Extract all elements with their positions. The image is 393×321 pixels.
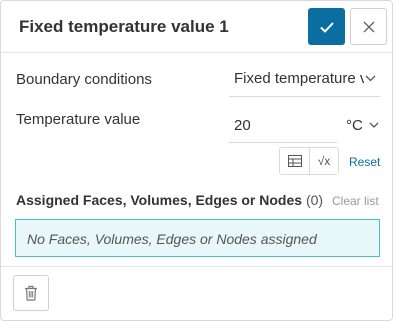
formula-input-button[interactable]: √x	[309, 148, 338, 174]
delete-button[interactable]	[13, 275, 49, 311]
panel-title: Fixed temperature value 1	[19, 17, 229, 36]
temperature-value-input[interactable]: 20	[229, 109, 337, 143]
footer-divider	[1, 266, 392, 267]
boundary-condition-panel: Fixed temperature value 1 Boundary condi…	[0, 0, 393, 321]
panel-header: Fixed temperature value 1	[1, 1, 392, 53]
square-root-icon: √x	[317, 154, 331, 168]
value-tools-group: √x	[279, 147, 339, 175]
table-input-button[interactable]	[280, 148, 309, 174]
confirm-button[interactable]	[308, 8, 345, 45]
trash-icon	[25, 285, 37, 301]
table-icon	[287, 155, 302, 167]
temperature-value-text: 20	[234, 117, 251, 134]
reset-link[interactable]: Reset	[349, 155, 380, 169]
assigned-entities-count: (0)	[305, 192, 324, 208]
temperature-value-label: Temperature value	[16, 111, 141, 128]
assigned-entities-heading: Assigned Faces, Volumes, Edges or Nodes …	[16, 192, 323, 208]
checkmark-icon	[319, 21, 334, 33]
boundary-conditions-value: Fixed temperature v	[234, 70, 364, 87]
assignment-empty-text: No Faces, Volumes, Edges or Nodes assign…	[27, 231, 317, 247]
clear-list-link[interactable]: Clear list	[332, 194, 379, 208]
close-button[interactable]	[350, 8, 387, 45]
assignment-selection-box[interactable]: No Faces, Volumes, Edges or Nodes assign…	[15, 219, 380, 257]
temperature-unit-select[interactable]: °C	[343, 109, 380, 143]
temperature-unit-value: °C	[346, 117, 363, 134]
boundary-conditions-label: Boundary conditions	[16, 71, 152, 88]
boundary-conditions-select[interactable]: Fixed temperature v	[229, 63, 380, 97]
assigned-entities-title: Assigned Faces, Volumes, Edges or Nodes	[16, 192, 303, 208]
chevron-down-icon	[369, 122, 379, 128]
chevron-down-icon	[365, 75, 376, 82]
close-icon	[363, 21, 374, 32]
